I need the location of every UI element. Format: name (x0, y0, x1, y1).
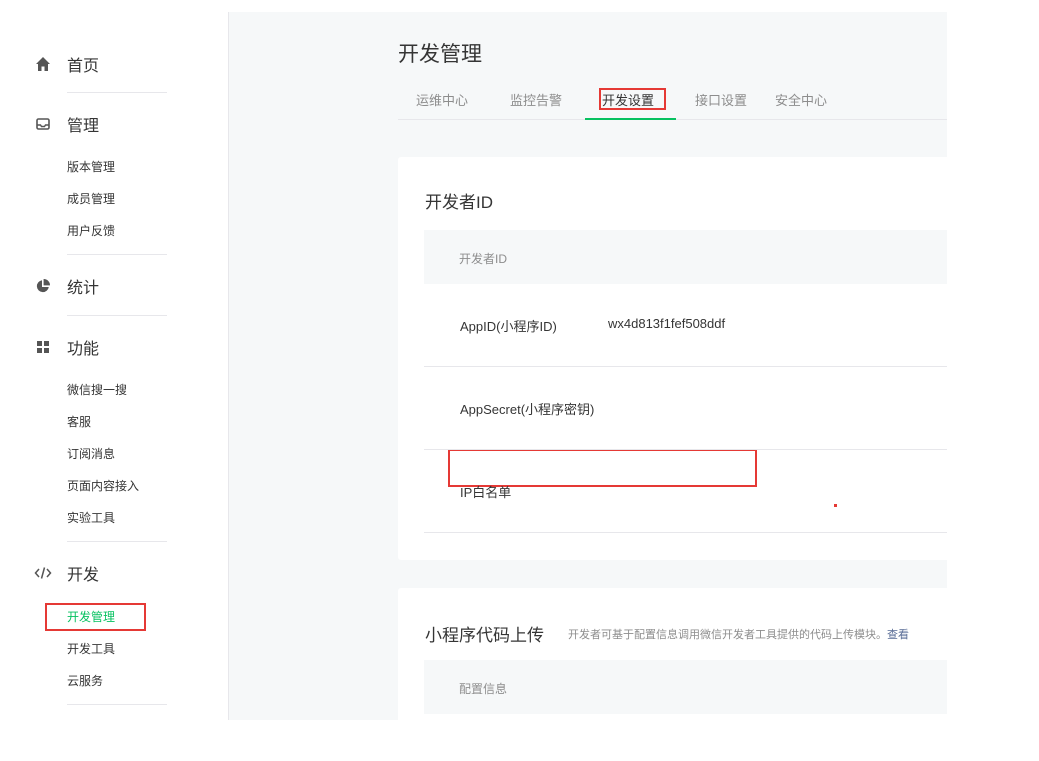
highlight-box-sidebar (45, 603, 146, 631)
tab-security[interactable]: 安全中心 (775, 92, 827, 114)
sidebar-subitem-service[interactable]: 客服 (67, 413, 91, 431)
pie-chart-icon (34, 277, 52, 295)
sidebar-item-features[interactable]: 功能 (13, 335, 229, 359)
table-row-appsecret: AppSecret(小程序密钥) (424, 367, 947, 450)
grid-icon (34, 338, 52, 356)
card-title: 小程序代码上传 (425, 626, 544, 645)
inbox-icon (34, 115, 52, 133)
table-header: 开发者ID (424, 230, 947, 284)
appid-label: AppID(小程序ID) (460, 319, 557, 334)
active-tab-indicator (585, 118, 676, 120)
main-content: 开发管理 运维中心 监控告警 开发设置 接口设置 安全中心 开发者ID 开发者I… (229, 12, 947, 720)
sidebar-subitem-cloud[interactable]: 云服务 (67, 672, 103, 690)
table-header: 配置信息 (424, 660, 947, 714)
card-title: 开发者ID (425, 193, 493, 212)
tab-api-settings[interactable]: 接口设置 (695, 92, 747, 114)
app-window: 首页 管理 版本管理 成员管理 用户反馈 统计 功能 微信搜一搜 客服 订阅消息… (13, 12, 947, 720)
table-row-ip-whitelist: IP白名单 (424, 450, 947, 533)
tab-ops[interactable]: 运维中心 (416, 92, 468, 114)
view-link[interactable]: 查看 (887, 629, 909, 641)
sidebar-item-label: 统计 (67, 280, 100, 297)
sidebar-item-label: 管理 (67, 118, 100, 135)
page-title: 开发管理 (398, 43, 482, 66)
sidebar-subitem-content[interactable]: 页面内容接入 (67, 477, 139, 495)
ip-whitelist-label: IP白名单 (460, 485, 512, 500)
sidebar-subitem-experiment[interactable]: 实验工具 (67, 509, 115, 527)
sidebar-subitem-feedback[interactable]: 用户反馈 (67, 222, 115, 240)
sidebar-subitem-search[interactable]: 微信搜一搜 (67, 381, 127, 399)
table-row-appid: AppID(小程序ID) wx4d813f1fef508ddf (424, 284, 947, 367)
card-description: 开发者可基于配置信息调用微信开发者工具提供的代码上传模块。查看 (568, 626, 909, 642)
tab-bar: 运维中心 监控告警 开发设置 接口设置 安全中心 (398, 88, 947, 120)
sidebar-divider (67, 704, 167, 705)
sidebar-subitem-members[interactable]: 成员管理 (67, 190, 115, 208)
appid-value[interactable]: wx4d813f1fef508ddf (608, 316, 725, 331)
sidebar-divider (67, 541, 167, 542)
code-upload-card: 小程序代码上传 开发者可基于配置信息调用微信开发者工具提供的代码上传模块。查看 … (398, 588, 947, 720)
sidebar-divider (67, 92, 167, 93)
sidebar-item-label: 首页 (67, 58, 100, 75)
appsecret-label: AppSecret(小程序密钥) (460, 402, 595, 417)
table-header-label: 配置信息 (459, 682, 508, 696)
sidebar-item-stats[interactable]: 统计 (13, 274, 229, 298)
sidebar-divider (67, 315, 167, 316)
developer-id-card: 开发者ID 开发者ID AppID(小程序ID) wx4d813f1fef508… (398, 157, 947, 560)
sidebar-item-home[interactable]: 首页 (13, 52, 229, 76)
sidebar-item-label: 开发 (67, 567, 100, 584)
code-icon (34, 564, 52, 582)
home-icon (34, 55, 52, 73)
tab-monitor[interactable]: 监控告警 (510, 92, 562, 114)
table-header-label: 开发者ID (459, 252, 508, 266)
sidebar-subitem-version[interactable]: 版本管理 (67, 158, 115, 176)
sidebar-item-label: 功能 (67, 341, 100, 358)
sidebar-divider (67, 254, 167, 255)
sidebar: 首页 管理 版本管理 成员管理 用户反馈 统计 功能 微信搜一搜 客服 订阅消息… (13, 12, 229, 720)
card-description-text: 开发者可基于配置信息调用微信开发者工具提供的代码上传模块。 (568, 629, 887, 641)
sidebar-subitem-subscribe[interactable]: 订阅消息 (67, 445, 115, 463)
sidebar-subitem-dev-tools[interactable]: 开发工具 (67, 640, 115, 658)
highlight-box-tab (599, 88, 666, 110)
sidebar-item-dev[interactable]: 开发 (13, 561, 229, 585)
sidebar-item-manage[interactable]: 管理 (13, 112, 229, 136)
